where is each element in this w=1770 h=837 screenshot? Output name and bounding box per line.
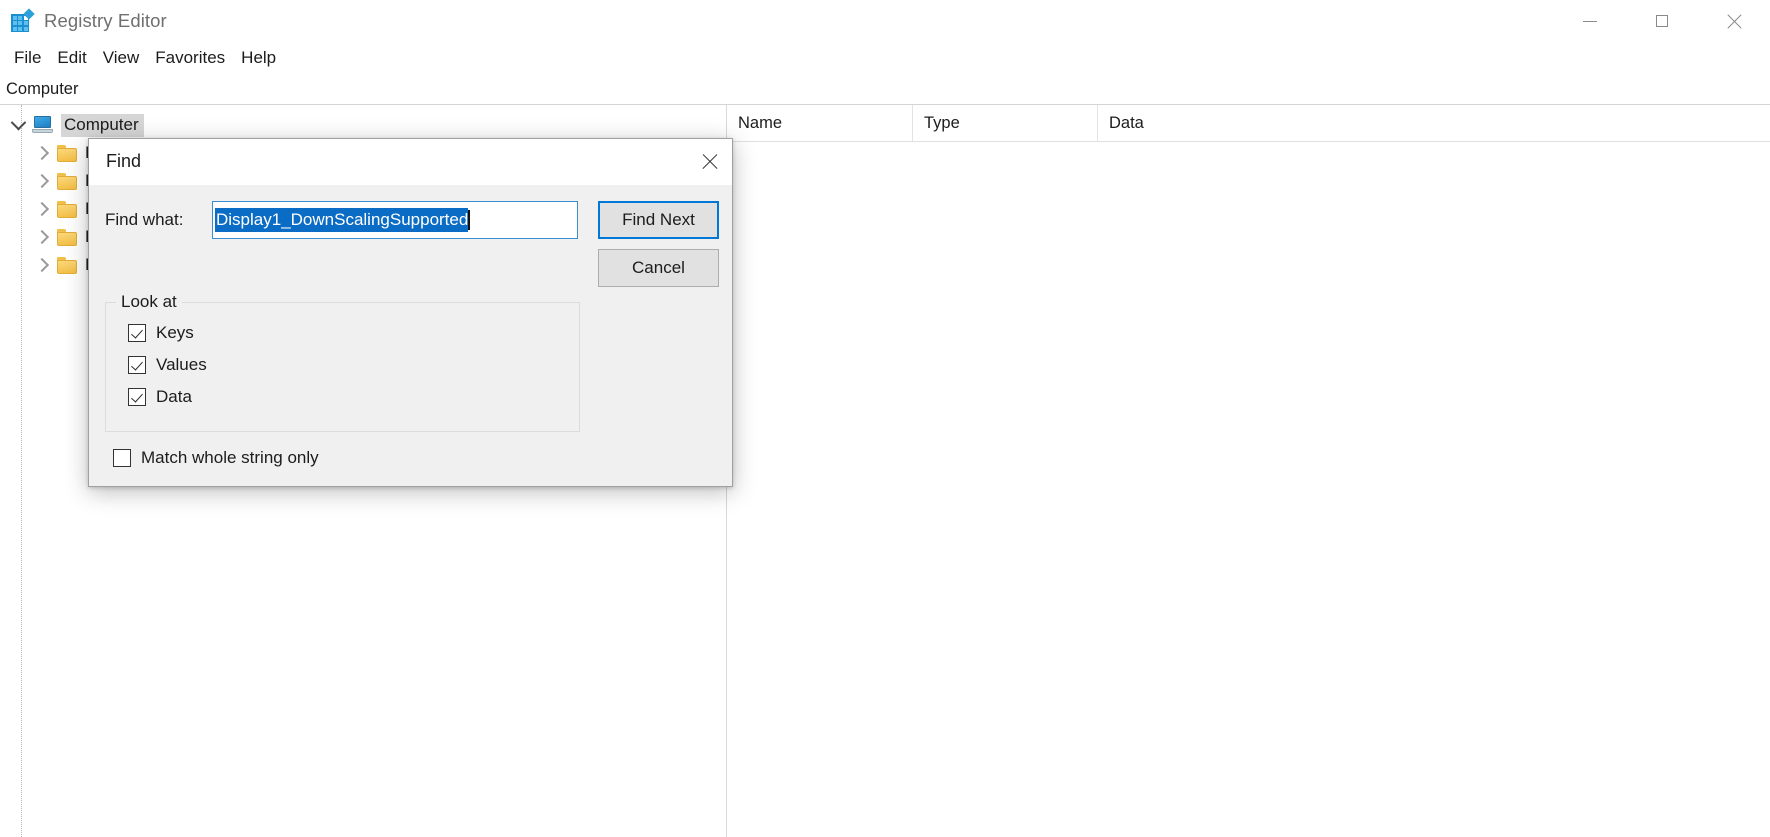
- cancel-button[interactable]: Cancel: [598, 249, 719, 287]
- checkbox-match-whole-string-label: Match whole string only: [141, 448, 319, 467]
- checkbox-data-label: Data: [156, 387, 192, 406]
- text-caret: [468, 210, 470, 230]
- values-column-header: Name Type Data: [727, 105, 1770, 142]
- minimize-icon: [1583, 14, 1597, 28]
- chevron-down-icon[interactable]: [8, 120, 28, 131]
- computer-icon: [32, 116, 54, 134]
- address-path-text: Computer: [6, 79, 79, 98]
- tree-item-label: Computer: [61, 113, 144, 137]
- address-bar[interactable]: Computer: [0, 74, 1770, 105]
- find-dialog: Find Find what: Display1_DownScalingSupp…: [88, 138, 733, 487]
- chevron-right-icon[interactable]: [32, 260, 52, 270]
- checkbox-row-values[interactable]: Values: [106, 349, 579, 381]
- column-header-name[interactable]: Name: [727, 105, 912, 141]
- folder-icon: [57, 256, 77, 274]
- folder-icon: [57, 228, 77, 246]
- maximize-icon: [1655, 14, 1669, 28]
- match-whole-string-row[interactable]: Match whole string only: [105, 448, 716, 468]
- find-dialog-buttons: Find Next Cancel: [598, 201, 719, 287]
- maximize-button[interactable]: [1626, 0, 1698, 42]
- checkbox-data[interactable]: [128, 388, 146, 406]
- checkbox-keys[interactable]: [128, 324, 146, 342]
- checkbox-row-keys[interactable]: Keys: [106, 317, 579, 349]
- chevron-right-icon[interactable]: [32, 232, 52, 242]
- checkbox-keys-label: Keys: [156, 323, 194, 342]
- chevron-right-icon[interactable]: [32, 148, 52, 158]
- find-dialog-title: Find: [106, 151, 142, 171]
- menu-item-edit[interactable]: Edit: [49, 45, 94, 71]
- titlebar-left-group: Registry Editor: [0, 8, 167, 32]
- menubar: File Edit View Favorites Help: [0, 42, 1770, 74]
- find-dialog-titlebar: Find: [89, 139, 732, 185]
- folder-icon: [57, 200, 77, 218]
- tree-item-computer[interactable]: Computer: [0, 111, 726, 139]
- menu-item-favorites[interactable]: Favorites: [147, 45, 233, 71]
- find-dialog-body: Find what: Display1_DownScalingSupported…: [89, 185, 732, 486]
- folder-icon: [57, 172, 77, 190]
- registry-app-icon: [11, 8, 35, 32]
- window-controls: [1554, 0, 1770, 42]
- find-what-row: Find what: Display1_DownScalingSupported…: [105, 201, 719, 287]
- close-icon: [702, 154, 717, 169]
- window-title: Registry Editor: [44, 10, 167, 31]
- menu-item-help[interactable]: Help: [233, 45, 284, 71]
- close-icon: [1727, 14, 1741, 28]
- minimize-button[interactable]: [1554, 0, 1626, 42]
- checkbox-match-whole-string[interactable]: [113, 449, 131, 467]
- values-list-body[interactable]: [727, 142, 1770, 837]
- checkbox-values[interactable]: [128, 356, 146, 374]
- chevron-right-icon[interactable]: [32, 176, 52, 186]
- find-what-input-value: Display1_DownScalingSupported: [215, 207, 469, 233]
- look-at-legend: Look at: [116, 292, 182, 312]
- find-next-button[interactable]: Find Next: [598, 201, 719, 239]
- menu-item-view[interactable]: View: [95, 45, 148, 71]
- close-button[interactable]: [1698, 0, 1770, 42]
- look-at-group: Look at Keys Values Data: [105, 292, 580, 432]
- chevron-right-icon[interactable]: [32, 204, 52, 214]
- checkbox-values-label: Values: [156, 355, 207, 374]
- registry-values-pane: Name Type Data: [727, 105, 1770, 837]
- column-header-type[interactable]: Type: [912, 105, 1097, 141]
- find-dialog-close-button[interactable]: [686, 139, 732, 184]
- folder-icon: [57, 144, 77, 162]
- find-what-input[interactable]: Display1_DownScalingSupported: [212, 201, 578, 239]
- window-titlebar: Registry Editor: [0, 0, 1770, 42]
- checkbox-row-data[interactable]: Data: [106, 381, 579, 413]
- find-what-label: Find what:: [105, 210, 184, 229]
- column-header-data[interactable]: Data: [1097, 105, 1770, 141]
- menu-item-file[interactable]: File: [6, 45, 49, 71]
